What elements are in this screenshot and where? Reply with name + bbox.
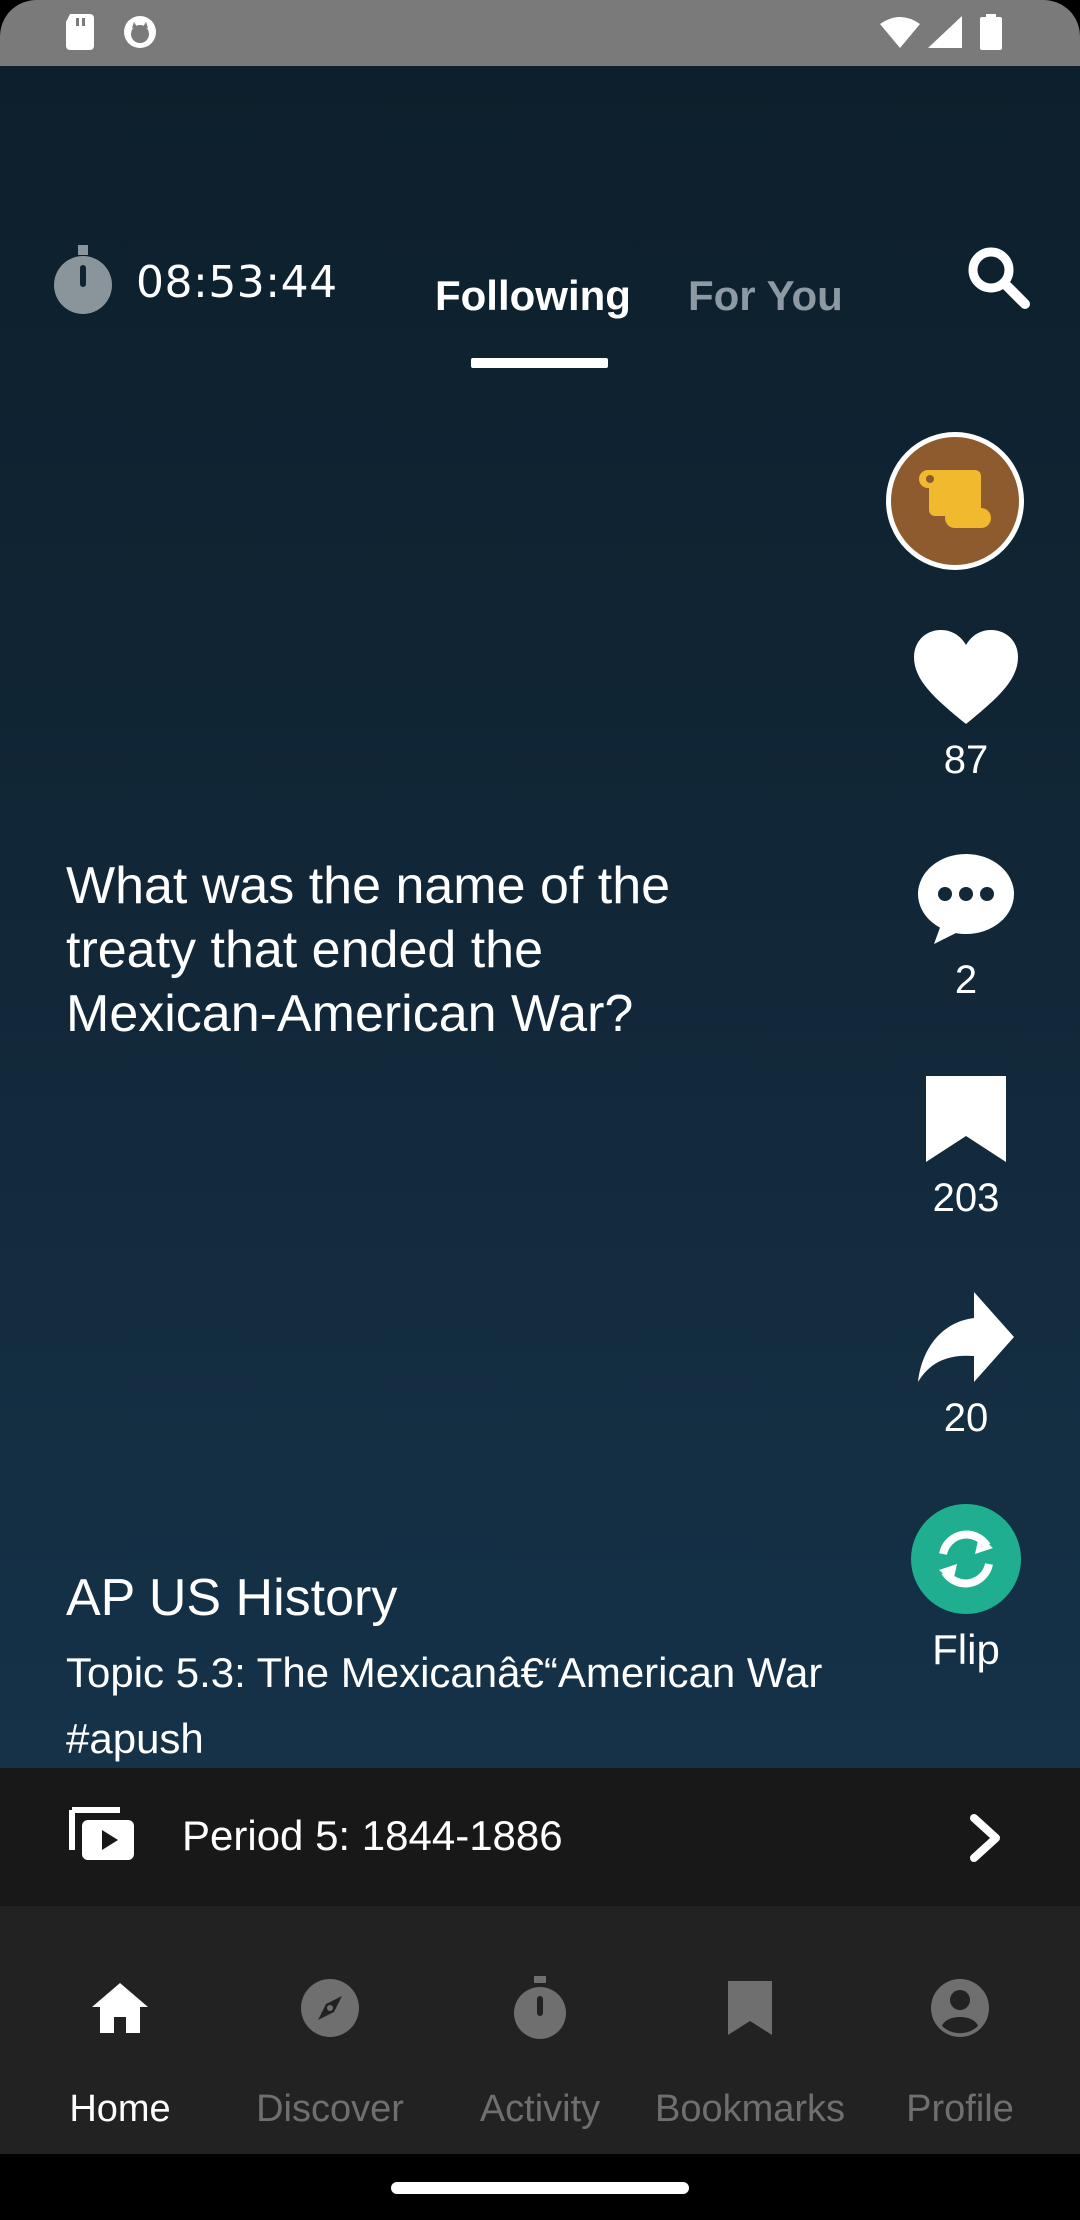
chevron-right-icon[interactable] bbox=[964, 1812, 1004, 1868]
flip-label: Flip bbox=[932, 1626, 1000, 1673]
bookmark-icon bbox=[728, 1976, 772, 2040]
playlist-label: Period 5: 1844-1886 bbox=[182, 1812, 563, 1859]
scroll-icon bbox=[915, 464, 995, 538]
heart-icon bbox=[914, 630, 1018, 728]
home-icon bbox=[90, 1976, 150, 2040]
playlist-bar[interactable]: Period 5: 1844-1886 bbox=[0, 1768, 1080, 1906]
question-text: What was the name of the treaty that end… bbox=[66, 857, 671, 1043]
bookmark-count: 203 bbox=[932, 1176, 1000, 1220]
compass-icon bbox=[300, 1976, 360, 2040]
creator-avatar[interactable] bbox=[886, 432, 1024, 570]
signal-icon bbox=[928, 16, 962, 52]
wifi-icon bbox=[880, 16, 920, 52]
nav-item-activity[interactable]: Activity bbox=[435, 1906, 645, 2154]
active-tab-indicator bbox=[471, 358, 608, 368]
flip-button[interactable]: Flip bbox=[886, 1504, 1046, 1674]
like-count: 87 bbox=[943, 738, 989, 782]
nav-item-profile[interactable]: Profile bbox=[855, 1906, 1065, 2154]
search-icon[interactable] bbox=[965, 244, 1031, 314]
battery-icon bbox=[980, 14, 1002, 54]
flip-icon bbox=[911, 1504, 1021, 1614]
comment-count: 2 bbox=[954, 958, 978, 1002]
bottom-navigation: Home Discover Activity Bookmarks Profile bbox=[0, 1906, 1080, 2154]
gesture-area bbox=[0, 2154, 1080, 2220]
stopwatch-icon bbox=[52, 245, 114, 319]
question-feed[interactable]: 08:53:44 Following For You 87 2 203 20 F… bbox=[0, 66, 1080, 1768]
course-title[interactable]: AP US History bbox=[66, 1568, 397, 1628]
session-timer: 08:53:44 bbox=[52, 242, 338, 322]
share-button[interactable]: 20 bbox=[886, 1292, 1046, 1441]
share-icon bbox=[918, 1292, 1014, 1386]
status-bar bbox=[0, 0, 1080, 66]
nav-label-discover: Discover bbox=[256, 2088, 404, 2130]
comment-button[interactable]: 2 bbox=[886, 852, 1046, 1003]
stopwatch-icon bbox=[512, 1976, 568, 2040]
nav-label-home: Home bbox=[69, 2088, 171, 2130]
comment-icon bbox=[916, 852, 1016, 948]
nav-item-home[interactable]: Home bbox=[15, 1906, 225, 2154]
bookmark-button[interactable]: 203 bbox=[886, 1076, 1046, 1221]
bookmark-icon bbox=[926, 1076, 1006, 1166]
nav-label-activity: Activity bbox=[479, 2088, 601, 2130]
app-screen: 08:53:44 Following For You 87 2 203 20 F… bbox=[0, 0, 1080, 2220]
nav-item-discover[interactable]: Discover bbox=[225, 1906, 435, 2154]
tab-following[interactable]: Following bbox=[435, 272, 631, 320]
timer-text: 08:53:44 bbox=[136, 256, 338, 308]
playlist-icon bbox=[68, 1806, 136, 1866]
share-count: 20 bbox=[943, 1396, 989, 1440]
nav-item-bookmarks[interactable]: Bookmarks bbox=[645, 1906, 855, 2154]
like-button[interactable]: 87 bbox=[886, 630, 1046, 783]
nav-label-profile: Profile bbox=[906, 2088, 1014, 2130]
sd-card-icon bbox=[64, 14, 96, 54]
nav-label-bookmarks: Bookmarks bbox=[654, 2088, 846, 2130]
account-icon bbox=[930, 1976, 990, 2040]
cat-app-icon bbox=[122, 14, 158, 54]
topic-description: Topic 5.3: The Mexicanâ€“American War #a… bbox=[66, 1649, 823, 1762]
home-gesture-handle[interactable] bbox=[391, 2182, 689, 2194]
tab-for-you[interactable]: For You bbox=[688, 272, 843, 320]
